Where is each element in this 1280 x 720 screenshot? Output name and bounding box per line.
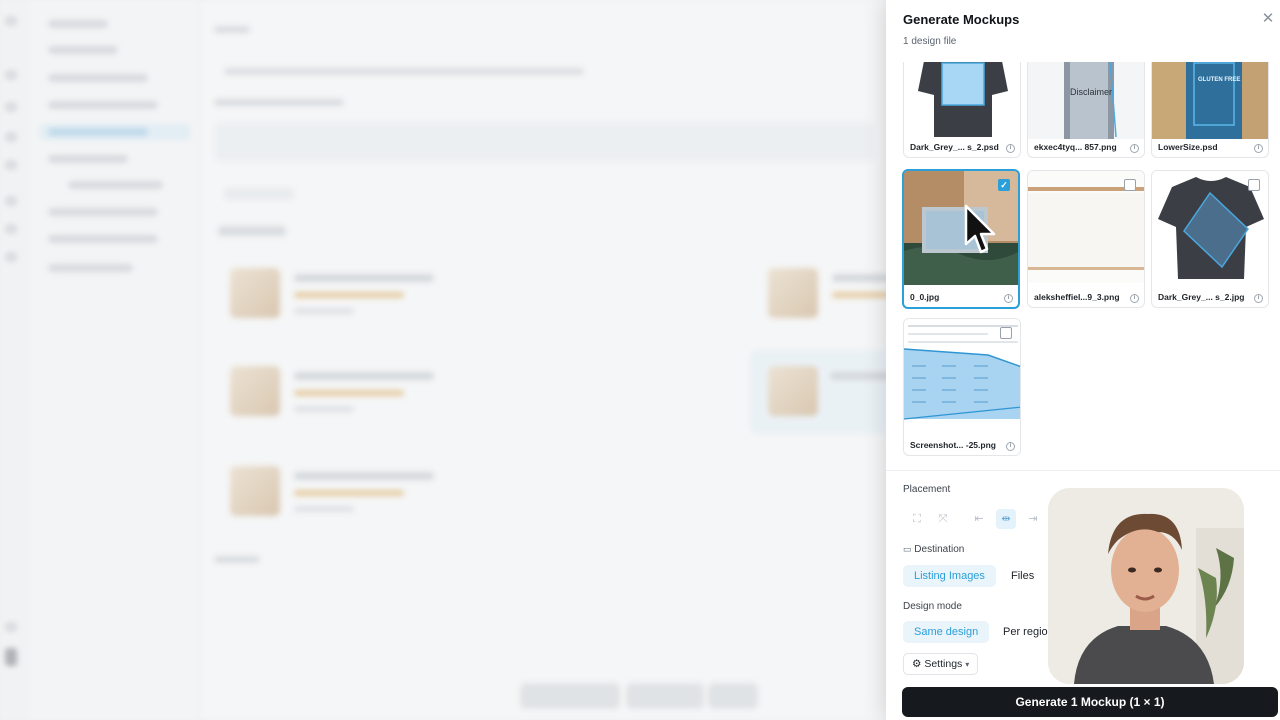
generate-mockup-button[interactable]: Generate 1 Mockup (1 × 1) [902,687,1278,717]
mockup-filename: Dark_Grey_... s_2.jpg [1158,292,1245,302]
chevron-down-icon: ▾ [965,660,970,669]
mouse-cursor-icon [964,204,998,263]
info-icon[interactable]: i [1006,442,1015,451]
panel-subtitle: 1 design file [903,36,957,47]
mockup-checkbox[interactable] [1000,327,1012,339]
mockup-overlay-text: Disclaimer [1070,87,1113,97]
destination-option-listing-images[interactable]: Listing Images [903,565,996,587]
mockup-overlay-text: GLUTEN FREE [1198,77,1241,83]
info-icon[interactable]: i [1006,144,1015,153]
destination-label: ▭ Destination [903,544,965,555]
align-right-icon[interactable]: ⇥ [1023,509,1043,529]
destination-option-files[interactable]: Files [1000,565,1045,587]
mockup-card[interactable]: aleksheffiel...9_3.png i [1027,170,1145,308]
mockup-grid: Dark_Grey_... s_2.psd i Disclaimer ekxec… [886,62,1280,470]
mockup-filename: aleksheffiel...9_3.png [1034,292,1120,302]
info-icon[interactable]: i [1130,294,1139,303]
mockup-thumbnail: GLUTEN FREE [1152,62,1268,139]
info-icon[interactable]: i [1254,144,1263,153]
gear-icon: ⚙ [912,658,922,670]
background-main [200,0,1040,720]
settings-button[interactable]: ⚙ Settings ▾ [903,653,979,675]
mockup-thumbnail [1028,171,1144,283]
placement-label: Placement [903,484,951,495]
close-icon[interactable]: ✕ [1260,11,1276,27]
align-center-icon[interactable]: ⇹ [996,509,1016,529]
mockup-filename: Dark_Grey_... s_2.psd [910,142,999,152]
folder-icon: ▭ [903,544,912,554]
mockup-checkbox[interactable] [1248,179,1260,191]
design-mode-label: Design mode [903,601,962,612]
info-icon[interactable]: i [1254,294,1263,303]
webcam-overlay [1048,488,1244,684]
mockup-checkbox[interactable]: ✓ [998,179,1010,191]
mockup-thumbnail [1152,171,1268,283]
mockup-thumbnail: Disclaimer [1028,62,1144,139]
fit-icon[interactable]: ⛶ [907,509,927,529]
fill-icon[interactable]: ⤧ [933,509,953,529]
design-mode-same-design[interactable]: Same design [903,621,990,643]
mockup-checkbox[interactable] [1124,179,1136,191]
mockup-filename: 0_0.jpg [910,292,940,302]
info-icon[interactable]: i [1004,294,1013,303]
mockup-filename: Screenshot... -25.png [910,440,996,450]
mockup-card[interactable]: GLUTEN FREE LowerSize.psd i [1151,62,1269,158]
mockup-card[interactable]: Dark_Grey_... s_2.psd i [903,62,1021,158]
app-icon-rail [0,0,26,720]
mockup-thumbnail [904,62,1020,139]
info-icon[interactable]: i [1130,144,1139,153]
align-left-icon[interactable]: ⇤ [969,509,989,529]
mockup-card[interactable]: Dark_Grey_... s_2.jpg i [1151,170,1269,308]
mockup-filename: LowerSize.psd [1158,142,1218,152]
section-divider [886,470,1280,471]
mockup-thumbnail [904,319,1020,431]
panel-title: Generate Mockups [903,12,1020,27]
mockup-card-selected[interactable]: ✓ 0_0.jpg i [902,169,1020,309]
mockup-thumbnail: ✓ [904,171,1018,285]
mockup-filename: ekxec4tyq... 857.png [1034,142,1117,152]
background-sidebar [26,0,200,720]
mockup-card[interactable]: Disclaimer ekxec4tyq... 857.png i [1027,62,1145,158]
background-toolbar [520,683,620,709]
mockup-card[interactable]: Screenshot... -25.png i [903,318,1021,456]
